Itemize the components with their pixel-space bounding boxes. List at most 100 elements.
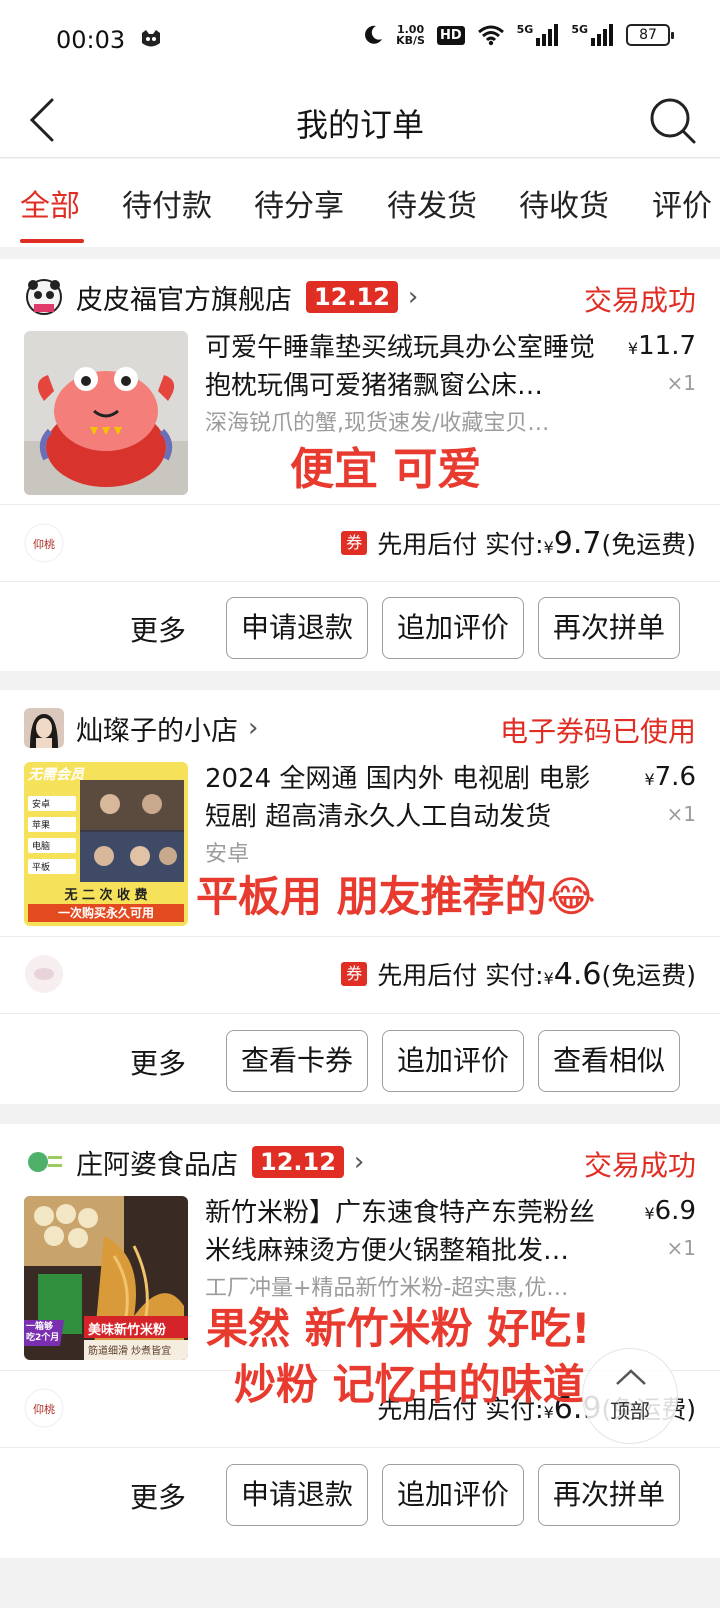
- payment-summary: 券 先用后付 实付: ¥4.6 (免运费): [341, 956, 696, 992]
- more-button[interactable]: 更多: [130, 609, 186, 649]
- price-value: 7.6: [654, 762, 696, 792]
- more-button[interactable]: 更多: [130, 1042, 186, 1082]
- tab-all[interactable]: 全部: [20, 181, 80, 225]
- shop-header[interactable]: 庄阿婆食品店 12.12 ›: [24, 1142, 364, 1182]
- thumb-footer: 无 二 次 收 费: [64, 888, 148, 903]
- add-review-button[interactable]: 追加评价: [382, 1464, 524, 1526]
- tab-pending-shipment[interactable]: 待发货: [387, 181, 477, 225]
- chevron-right-icon: ›: [248, 713, 259, 743]
- reorder-button[interactable]: 再次拼单: [538, 1464, 680, 1526]
- currency-symbol: ¥: [644, 770, 655, 789]
- network-speed: 1.00 KB/S: [396, 24, 425, 46]
- refund-button[interactable]: 申请退款: [226, 597, 368, 659]
- product-image[interactable]: 无需会员 安卓 苹果 电脑 平板 无 二 次 收 费 一次购买永久可用: [24, 762, 188, 926]
- product-quantity: ×1: [666, 802, 696, 826]
- speed-unit: KB/S: [396, 34, 425, 47]
- order-card[interactable]: 灿璨子的小店 › 电子券码已使用 无需会员 安卓 苹果 电脑 平板 无 二 次 …: [0, 690, 720, 1104]
- status-icons: 1.00 KB/S HD 5G 5G 87: [362, 23, 674, 46]
- price-value: 6.9: [654, 1196, 696, 1226]
- refund-button[interactable]: 申请退款: [226, 1464, 368, 1526]
- user-annotation-line-1: 果然 新竹米粉 好吃!: [206, 1304, 591, 1353]
- divider: [0, 1447, 720, 1448]
- divider: [0, 936, 720, 937]
- order-status: 电子券码已使用: [499, 715, 696, 748]
- add-review-button[interactable]: 追加评价: [382, 597, 524, 659]
- thumb-item: 电脑: [28, 838, 76, 853]
- product-spec: 深海锐爪的蟹,现货速发/收藏宝贝…: [205, 411, 550, 436]
- payment-summary: 券 先用后付 实付: ¥9.7 (免运费): [341, 525, 696, 561]
- status-bar: 00:03 1.00 KB/S HD 5G 5G 87: [0, 0, 720, 82]
- page-title: 我的订单: [295, 106, 424, 144]
- thumb-platform-list: 安卓 苹果 电脑 平板: [28, 796, 76, 874]
- up-arrow-icon: [616, 1369, 646, 1385]
- back-to-top-button[interactable]: 顶部: [582, 1348, 678, 1444]
- add-review-button[interactable]: 追加评价: [382, 1030, 524, 1092]
- tab-pending-receipt[interactable]: 待收货: [519, 181, 609, 225]
- shipping-note: (免运费): [601, 530, 696, 559]
- product-title[interactable]: 2024 全网通 国内外 电视剧 电影 短剧 超高清永久人工自动发货: [205, 760, 605, 836]
- shop-name: 庄阿婆食品店: [76, 1149, 238, 1181]
- shop-logo: [24, 1142, 64, 1182]
- divider: [0, 504, 720, 505]
- product-spec: 工厂冲量+精品新竹米粉-超实惠,优…: [205, 1276, 569, 1301]
- pay-amount: ¥9.7: [544, 526, 602, 561]
- battery-icon: 87: [626, 24, 674, 46]
- thumb-ribbon: 美味新竹米粉: [88, 1323, 167, 1338]
- price-value: 11.7: [638, 331, 696, 361]
- tab-pending-payment[interactable]: 待付款: [122, 181, 212, 225]
- chevron-right-icon: ›: [407, 282, 419, 312]
- moon-icon: [365, 25, 383, 44]
- thumb-item: 苹果: [28, 817, 76, 832]
- promo-badge: 12.12: [252, 1146, 344, 1178]
- shop-header[interactable]: 皮皮福官方旗舰店 12.12 ›: [24, 277, 418, 317]
- view-similar-button[interactable]: 查看相似: [538, 1030, 680, 1092]
- more-button[interactable]: 更多: [130, 1476, 186, 1516]
- currency-symbol: ¥: [543, 968, 554, 988]
- pay-brand-text: 仰桃: [33, 537, 55, 551]
- thumb-corner: 一箱够 吃2个月: [26, 1322, 60, 1343]
- product-title[interactable]: 新竹米粉】广东速食特产东莞粉丝米线麻辣烫方便火锅整箱批发…: [205, 1194, 605, 1270]
- order-card[interactable]: 皮皮福官方旗舰店 12.12 › 交易成功 可爱午睡靠垫买绒玩具办公室睡觉抱枕玩…: [0, 259, 720, 671]
- pay-label: 先用后付 实付:: [377, 530, 544, 559]
- order-actions: 更多 申请退款 追加评价 再次拼单: [0, 1464, 720, 1526]
- order-actions: 更多 查看卡券 追加评价 查看相似: [0, 1030, 720, 1092]
- view-coupon-button[interactable]: 查看卡券: [226, 1030, 368, 1092]
- signal-1-icon: 5G: [517, 24, 560, 46]
- shop-header[interactable]: 灿璨子的小店 ›: [24, 708, 258, 748]
- product-quantity: ×1: [666, 371, 696, 395]
- thumb-item: 安卓: [28, 796, 76, 811]
- thumb-footer-banner: 一次购买永久可用: [28, 904, 184, 922]
- tab-pending-share[interactable]: 待分享: [254, 181, 344, 225]
- reorder-button[interactable]: 再次拼单: [538, 597, 680, 659]
- search-icon[interactable]: [646, 94, 698, 146]
- product-image[interactable]: 美味新竹米粉 一箱够 吃2个月 筋道细滑 炒煮皆宜: [24, 1196, 188, 1360]
- coupon-icon: 券: [341, 531, 368, 555]
- coupon-icon: 券: [341, 962, 368, 986]
- order-actions: 更多 申请退款 追加评价 再次拼单: [0, 597, 720, 659]
- product-spec: 安卓: [205, 842, 250, 867]
- pay-brand-logo: [24, 954, 64, 994]
- shop-logo: [24, 277, 64, 317]
- product-title[interactable]: 可爱午睡靠垫买绒玩具办公室睡觉抱枕玩偶可爱猪猪飘窗公床…: [205, 329, 605, 405]
- product-price: ¥7.6: [644, 762, 696, 792]
- shop-name: 皮皮福官方旗舰店: [76, 284, 292, 316]
- user-annotation-line-2: 炒粉 记忆中的味道: [234, 1360, 585, 1409]
- product-image[interactable]: [24, 331, 188, 495]
- order-status: 交易成功: [583, 284, 696, 317]
- signal-icon: [536, 24, 559, 46]
- page-header: 我的订单: [0, 82, 720, 158]
- pay-brand-logo: 仰桃: [24, 523, 64, 563]
- pay-brand-text: 仰桃: [33, 1402, 55, 1416]
- promo-badge: 12.12: [306, 281, 398, 313]
- shop-logo: [24, 708, 64, 748]
- pay-amount-value: 4.6: [553, 956, 602, 992]
- order-status: 交易成功: [583, 1149, 696, 1182]
- tab-review[interactable]: 评价: [652, 181, 712, 225]
- thumb-header: 无需会员: [28, 767, 84, 783]
- order-card[interactable]: 庄阿婆食品店 12.12 › 交易成功 美味新竹米粉 一箱够 吃2个月 筋道细滑…: [0, 1124, 720, 1558]
- wifi-icon: [477, 25, 504, 46]
- hd-badge: HD: [436, 25, 465, 45]
- network-2-label: 5G: [571, 23, 588, 36]
- product-quantity: ×1: [666, 1236, 696, 1260]
- thumb-bottom-text: 筋道细滑 炒煮皆宜: [88, 1346, 172, 1357]
